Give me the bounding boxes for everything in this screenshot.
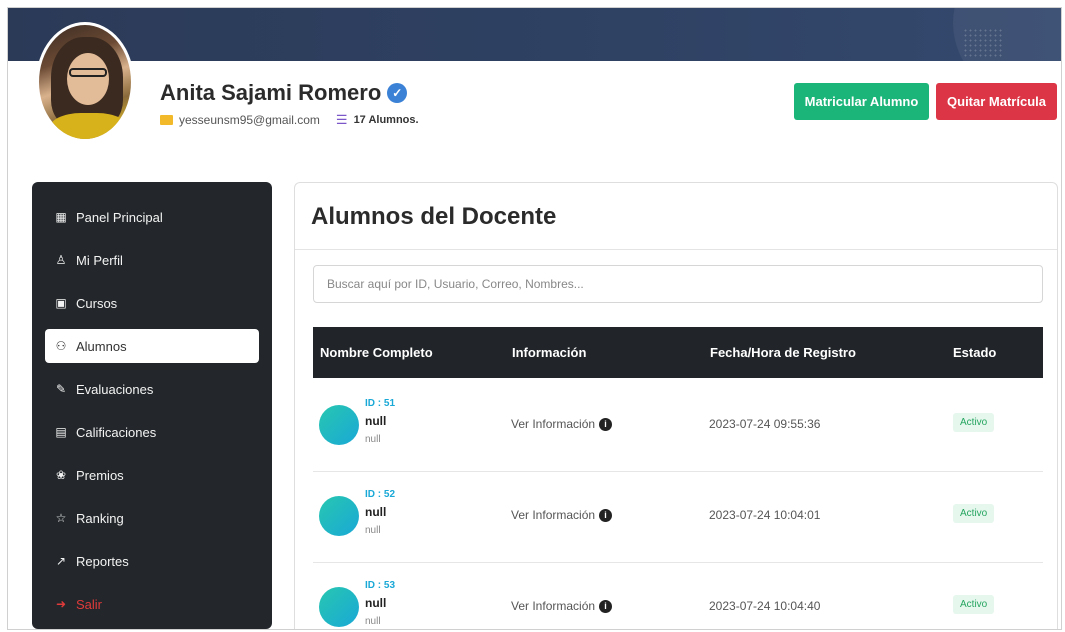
column-estado[interactable]: Estado (953, 345, 996, 360)
student-subtitle: null (365, 525, 381, 536)
book-icon: ▣ (55, 296, 67, 310)
sidebar-item-mi-perfil[interactable]: ♙ Mi Perfil (45, 243, 259, 277)
unenroll-student-button[interactable]: Quitar Matrícula (936, 83, 1057, 120)
registration-date: 2023-07-24 10:04:01 (709, 508, 821, 522)
view-info-link[interactable]: Ver Información i (511, 417, 613, 431)
sidebar-item-cursos[interactable]: ▣ Cursos (45, 286, 259, 320)
sidebar-item-reportes[interactable]: ↗ Reportes (45, 544, 259, 578)
divider (295, 249, 1057, 250)
view-info-link[interactable]: Ver Información i (511, 599, 613, 613)
registration-date: 2023-07-24 10:04:40 (709, 599, 821, 613)
status-badge: Activo (953, 595, 995, 614)
column-nombre[interactable]: Nombre Completo (320, 345, 433, 360)
student-name: null (365, 596, 387, 610)
banner-dots (963, 28, 1003, 58)
student-avatar-icon (319, 496, 359, 536)
table-row: ID : 51 null null Ver Información i 2023… (313, 381, 1043, 472)
avatar (36, 22, 134, 142)
user-icon: ♙ (55, 253, 67, 267)
column-informacion[interactable]: Información (512, 345, 586, 360)
student-id: ID : 51 (365, 398, 396, 409)
student-id: ID : 52 (365, 489, 396, 500)
student-avatar-icon (319, 405, 359, 445)
sidebar-item-calificaciones[interactable]: ▤ Calificaciones (45, 415, 259, 449)
star-icon: ☆ (55, 511, 67, 525)
list-icon: ☰ (335, 112, 348, 127)
chart-icon: ↗ (55, 554, 67, 568)
sidebar-item-premios[interactable]: ❀ Premios (45, 458, 259, 492)
info-icon: i (599, 508, 613, 522)
award-icon: ❀ (55, 468, 67, 482)
view-info-link[interactable]: Ver Información i (511, 508, 613, 522)
sidebar: ▦ Panel Principal ♙ Mi Perfil ▣ Cursos ⚇… (32, 182, 272, 629)
search-input[interactable] (313, 265, 1043, 303)
sidebar-item-salir[interactable]: ➜ Salir (45, 587, 259, 621)
profile-meta: yesseunsm95@gmail.com ☰ 17 Alumnos. (160, 112, 419, 128)
sidebar-item-ranking[interactable]: ☆ Ranking (45, 501, 259, 535)
table-header: Nombre Completo Información Fecha/Hora d… (313, 327, 1043, 378)
students-card: Alumnos del Docente Nombre Completo Info… (294, 182, 1058, 629)
student-avatar-icon (319, 587, 359, 627)
student-id: ID : 53 (365, 580, 396, 591)
table-row: ID : 53 null null Ver Información i 2023… (313, 563, 1043, 629)
table-row: ID : 52 null null Ver Información i 2023… (313, 472, 1043, 563)
card-icon: ▤ (55, 425, 67, 439)
info-icon: i (599, 599, 613, 613)
sidebar-item-evaluaciones[interactable]: ✎ Evaluaciones (45, 372, 259, 406)
registration-date: 2023-07-24 09:55:36 (709, 417, 821, 431)
mail-icon (160, 115, 173, 125)
student-name: null (365, 414, 387, 428)
sidebar-item-panel-principal[interactable]: ▦ Panel Principal (45, 200, 259, 234)
logout-icon: ➜ (55, 597, 67, 611)
column-fecha[interactable]: Fecha/Hora de Registro (710, 345, 856, 360)
users-icon: ⚇ (55, 339, 67, 353)
edit-icon: ✎ (55, 382, 67, 396)
app-frame: Anita Sajami Romero ✓ yesseunsm95@gmail.… (7, 7, 1062, 630)
info-icon: i (599, 417, 613, 431)
status-badge: Activo (953, 504, 995, 523)
profile-name: Anita Sajami Romero ✓ (160, 80, 408, 106)
verified-icon: ✓ (387, 83, 408, 103)
sidebar-item-alumnos[interactable]: ⚇ Alumnos (45, 329, 259, 363)
page-title: Alumnos del Docente (311, 203, 557, 230)
student-subtitle: null (365, 616, 381, 627)
student-name: null (365, 505, 387, 519)
student-subtitle: null (365, 434, 381, 445)
grid-icon: ▦ (55, 210, 67, 224)
profile-email: yesseunsm95@gmail.com (179, 113, 320, 127)
student-count: 17 Alumnos. (353, 114, 419, 126)
profile-banner (8, 8, 1061, 61)
enroll-student-button[interactable]: Matricular Alumno (794, 83, 929, 120)
status-badge: Activo (953, 413, 995, 432)
profile-name-text: Anita Sajami Romero (160, 80, 382, 105)
